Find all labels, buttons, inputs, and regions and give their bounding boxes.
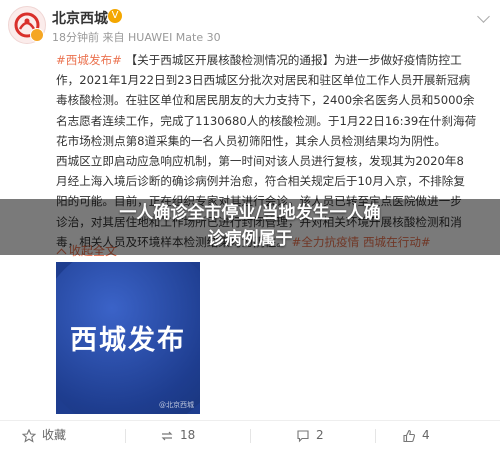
author-name[interactable]: 北京西城	[52, 8, 108, 28]
text-run: 毒核酸检测。在驻区单位和居民朋友的大力支持下，2400余名医务人员和5000余	[56, 93, 475, 108]
repost-count: 18	[180, 428, 196, 442]
comment-count: 2	[316, 428, 324, 442]
separator	[250, 429, 251, 443]
text-run: 名志愿者连续工作，完成了1130680人的核酸检测。于1月22日16:39在什刹…	[56, 113, 477, 128]
headline-text: 一人确诊全市停业/当地发生一人确 诊病例属于	[40, 200, 460, 252]
comment-icon	[297, 429, 309, 442]
post-text-line: 作，2021年1月22日到23日西城区分批次对居民和驻区单位工作人员开展新冠病	[56, 70, 494, 90]
comment-button[interactable]: 2	[296, 421, 416, 450]
repost-button[interactable]: 18	[160, 421, 280, 450]
chevron-down-icon[interactable]	[477, 10, 490, 23]
text-run: 西城区立即启动应急响应机制，第一时间对该人员进行复核，发现其为2020年8	[56, 154, 464, 169]
text-run: 月经上海入境后诊断的确诊病例并治愈，符合相关规定后于10月入京，不排除复	[56, 174, 465, 189]
post-meta: 18分钟前 来自 HUAWEI Mate 30	[52, 31, 221, 44]
action-bar: 收藏 18 2 4	[0, 421, 500, 450]
post-text-line: 西城区立即启动应急响应机制，第一时间对该人员进行复核，发现其为2020年8	[56, 151, 494, 171]
like-button[interactable]: 4	[402, 421, 500, 450]
post-text-line: 月经上海入境后诊断的确诊病例并治愈，符合相关规定后于10月入京，不排除复	[56, 171, 494, 191]
like-count: 4	[422, 428, 430, 442]
separator	[125, 429, 126, 443]
image-watermark: @北京西城	[159, 401, 194, 409]
post-text-line: 花市场检测点第8道采集的一名人员初筛阳性，其余人员检测结果均为阴性。	[56, 131, 494, 151]
star-icon	[22, 428, 36, 443]
post-text-line: 毒核酸检测。在驻区单位和居民朋友的大力支持下，2400余名医务人员和5000余	[56, 90, 494, 110]
post-text-line: #西城发布# 【关于西城区开展核酸检测情况的通报】为进一步做好疫情防控工	[56, 50, 494, 70]
separator	[375, 429, 376, 443]
favorite-label: 收藏	[42, 428, 67, 442]
vip-badge-icon: V	[108, 9, 122, 23]
favorite-button[interactable]: 收藏	[22, 421, 142, 450]
repost-icon	[161, 431, 173, 440]
text-run: 花市场检测点第8道采集的一名人员初筛阳性，其余人员检测结果均为阴性。	[56, 133, 446, 148]
post-header: 北京西城 V 18分钟前 来自 HUAWEI Mate 30	[0, 0, 500, 48]
post-image[interactable]: 西城发布 @北京西城	[56, 262, 200, 414]
like-icon	[403, 429, 416, 442]
headline-line-2: 诊病例属于	[207, 229, 293, 249]
image-title: 西城发布	[70, 325, 186, 356]
verified-icon	[30, 28, 44, 42]
text-run: 【关于西城区开展核酸检测情况的通报】为进一步做好疫情防控工	[121, 53, 462, 67]
text-run: 作，2021年1月22日到23日西城区分批次对居民和驻区单位工作人员开展新冠病	[56, 73, 471, 88]
headline-line-1: 一人确诊全市停业/当地发生一人确	[119, 203, 381, 223]
post-text-line: 名志愿者连续工作，完成了1130680人的核酸检测。于1月22日16:39在什刹…	[56, 111, 494, 131]
hashtag-link[interactable]: #西城发布#	[56, 53, 122, 67]
